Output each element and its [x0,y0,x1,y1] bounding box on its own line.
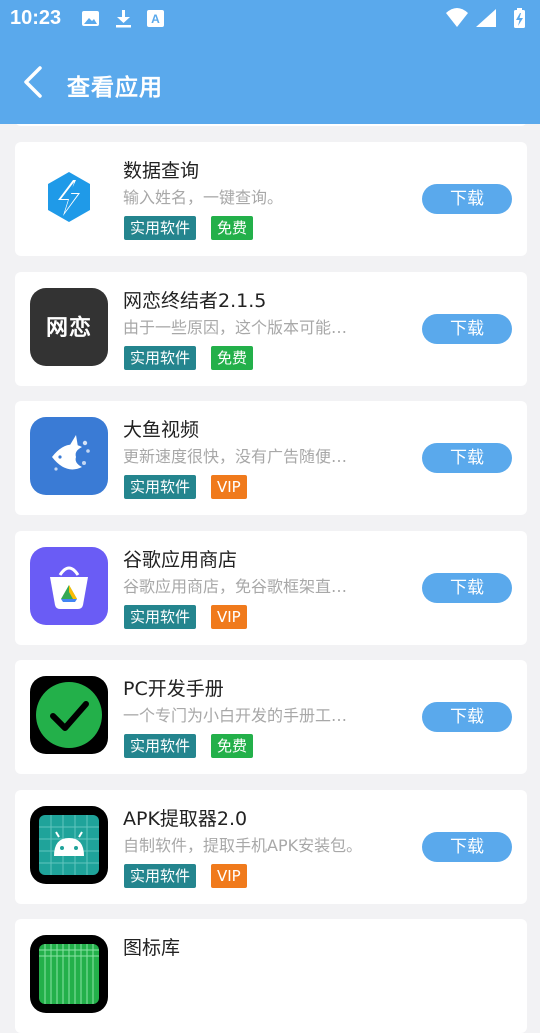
svg-text:A: A [151,12,160,26]
back-button[interactable] [14,60,54,104]
app-card[interactable]: 网恋 网恋终结者2.1.5 由于一些原因，这个版本可能… 实用软件 免费 下载 [15,272,527,386]
image-icon [82,11,99,26]
category-tag: 实用软件 [124,864,197,888]
category-tag: 实用软件 [124,346,197,370]
icon-text: 网恋 [45,316,92,341]
vip-tag: VIP [211,475,247,499]
app-name: 图标库 [123,937,181,959]
chevron-left-icon [24,66,42,98]
app-card[interactable]: APK提取器2.0 自制软件，提取手机APK安装包。 实用软件 VIP 下载 [15,790,527,904]
app-card[interactable]: 数据查询 输入姓名，一键查询。 实用软件 免费 下载 [15,142,527,256]
status-bar: 10:23 A [0,0,540,38]
battery-icon [514,8,525,28]
app-description: 更新速度很快，没有广告随便… [123,447,348,466]
app-name: 谷歌应用商店 [123,549,238,571]
download-button[interactable]: 下载 [422,573,512,603]
app-name: 数据查询 [123,160,200,182]
download-button[interactable]: 下载 [422,443,512,473]
app-name: 大鱼视频 [123,419,200,441]
app-card[interactable]: 图标库 [15,919,527,1033]
app-description: 输入姓名，一键查询。 [123,188,284,207]
category-tag: 实用软件 [124,216,197,240]
app-description: 谷歌应用商店，免谷歌框架直… [123,577,348,596]
app-description: 一个专门为小白开发的手册工… [123,706,348,725]
grid-icon [30,935,108,1013]
lightning-hexagon-icon [30,158,108,236]
app-card[interactable]: 谷歌应用商店 谷歌应用商店，免谷歌框架直… 实用软件 VIP 下载 [15,531,527,645]
fish-icon [30,417,108,495]
page-title: 查看应用 [67,75,163,101]
download-icon [116,10,131,28]
vip-tag: VIP [211,864,247,888]
free-tag: 免费 [211,216,254,240]
status-time: 10:23 [10,7,62,29]
category-tag: 实用软件 [124,605,197,629]
app-card[interactable]: PC开发手册 一个专门为小白开发的手册工… 实用软件 免费 下载 [15,660,527,774]
play-store-bag-icon [30,547,108,625]
app-bar: 查看应用 [0,38,540,124]
app-description: 由于一些原因，这个版本可能… [123,318,348,337]
free-tag: 免费 [211,734,254,758]
status-right-group [446,7,532,33]
download-button[interactable]: 下载 [422,314,512,344]
top-bar: 10:23 A 查看应用 [0,0,540,124]
wifi-icon [446,8,468,27]
download-button[interactable]: 下载 [422,702,512,732]
app-card[interactable]: 大鱼视频 更新速度很快，没有广告随便… 实用软件 VIP 下载 [15,401,527,515]
app-list: 数据查询 输入姓名，一键查询。 实用软件 免费 下载 网恋 网恋终结者2.1.5… [0,0,540,1033]
category-tag: 实用软件 [124,734,197,758]
category-tag: 实用软件 [124,475,197,499]
download-button[interactable]: 下载 [422,184,512,214]
a-badge-icon: A [147,10,164,27]
download-button[interactable]: 下载 [422,832,512,862]
wanglian-logo-icon: 网恋 [30,288,108,366]
android-robot-icon [30,806,108,884]
app-name: PC开发手册 [123,678,224,700]
app-description: 自制软件，提取手机APK安装包。 [123,836,363,855]
checkmark-circle-icon [30,676,108,754]
app-name: APK提取器2.0 [123,808,248,830]
vip-tag: VIP [211,605,247,629]
signal-icon [476,9,496,27]
app-name: 网恋终结者2.1.5 [123,290,267,312]
free-tag: 免费 [211,346,254,370]
